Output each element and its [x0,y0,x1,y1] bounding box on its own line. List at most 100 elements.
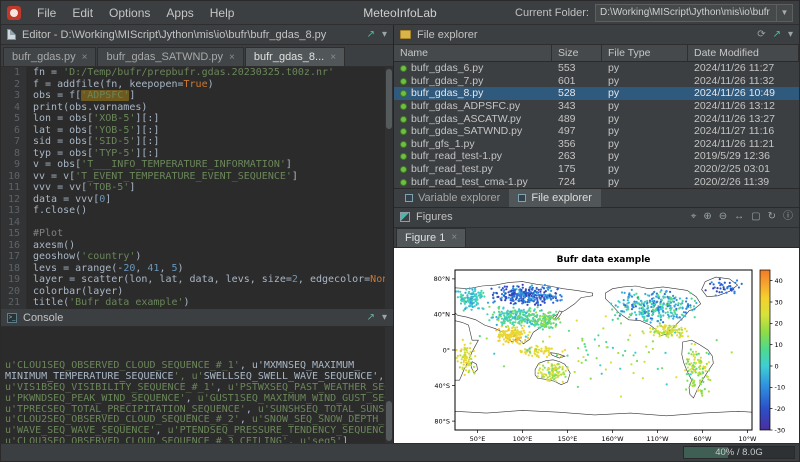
identify-icon[interactable]: ⓘ [783,212,793,222]
chevron-down-icon[interactable]: ▼ [776,5,792,21]
line-number: 7 [1,136,27,148]
editor-tab-label: bufr_gdas_8... [254,51,324,63]
column-header-file-type[interactable]: File Type [602,45,688,61]
line-number: 21 [1,297,27,309]
refresh-icon[interactable]: ⟳ [757,30,765,40]
svg-text:150°E: 150°E [558,435,578,443]
file-row[interactable]: bufr_gdas_7.py601py2024/11/26 11:32 [394,75,799,88]
memory-indicator[interactable]: 40% / 8.0G [683,446,795,459]
editor-tab[interactable]: bufr_gdas_8... × [245,47,345,66]
console-line: u'CLOU3SEQ_OBSERVED_CLOUD_SEQUENCE_#_3_C… [5,437,389,443]
select-icon[interactable]: ⌖ [691,212,697,222]
file-row[interactable]: bufr_gdas_SATWND.py497py2024/11/27 11:16 [394,125,799,138]
figures-title: Figures [416,211,453,223]
column-header-date-modified[interactable]: Date Modified [688,45,799,61]
file-row[interactable]: bufr_gdas_ASCATW.py489py2024/11/26 13:27 [394,112,799,125]
current-folder-input[interactable] [596,7,776,18]
figure-tab[interactable]: Figure 1 × [396,228,466,247]
full-extent-icon[interactable]: ▢ [751,212,760,222]
zoom-in-icon[interactable]: ⊕ [703,212,711,222]
figure-tabbar: Figure 1 × [394,228,799,248]
menu-item-edit[interactable]: Edit [64,4,101,22]
file-row[interactable]: bufr_read_test-1.py263py2019/5/29 12:36 [394,150,799,163]
current-folder-label: Current Folder: [515,7,589,19]
tab-variable-explorer[interactable]: Variable explorer [396,189,509,207]
app-logo-icon [7,6,21,20]
line-number: 3 [1,90,27,102]
python-file-icon [400,90,407,97]
column-header-size[interactable]: Size [552,45,602,61]
current-folder-box: Current Folder: ▼ [515,4,793,22]
editor-tab-label: bufr_gdas.py [12,51,76,63]
zoom-out-icon[interactable]: ⊖ [719,212,727,222]
code-line: 20colorbar(layer) [1,286,393,298]
collapse-panel-icon[interactable]: ▾ [382,313,387,323]
console-panel-header: >_ Console ↗ ▾ [1,309,393,327]
figure-canvas[interactable]: Bufr data example50°E100°E150°E160°W110°… [394,248,799,443]
console-scrollbar[interactable] [385,327,393,443]
svg-text:-30: -30 [775,426,786,434]
svg-text:40°S: 40°S [434,382,450,390]
svg-text:60°W: 60°W [694,435,713,443]
editor-tab[interactable]: bufr_gdas_SATWND.py × [97,47,243,66]
collapse-panel-icon[interactable]: ▾ [382,30,387,40]
colorbar: 403020100-10-20-30 [760,270,785,434]
line-number: 1 [1,67,27,79]
file-row[interactable]: bufr_gfs_1.py356py2024/11/26 11:21 [394,138,799,151]
python-file-icon [400,153,407,160]
close-icon[interactable]: × [451,232,457,243]
editor-tab-label: bufr_gdas_SATWND.py [106,51,223,63]
svg-text:110°W: 110°W [646,435,669,443]
editor-icon [7,29,16,40]
pan-icon[interactable]: ↔ [734,212,744,222]
rotate-icon[interactable]: ↻ [768,212,776,222]
scatter-points [455,278,743,398]
file-row[interactable]: bufr_gdas_ADPSFC.py343py2024/11/26 13:12 [394,100,799,113]
editor-tab[interactable]: bufr_gdas.py × [3,47,96,66]
svg-text:80°N: 80°N [434,275,451,283]
code-line: 7sid = obs['SID-5'][:] [1,136,393,148]
menu-item-help[interactable]: Help [202,4,243,22]
svg-text:40: 40 [775,277,783,285]
tab-file-explorer[interactable]: File explorer [509,189,601,207]
svg-text:100°E: 100°E [513,435,533,443]
file-row[interactable]: bufr_read_test_cma-1.py724py2020/2/26 11… [394,175,799,188]
meteoinfolab-window: FileEditOptionsAppsHelp MeteoInfoLab Cur… [0,0,800,462]
menu-item-options[interactable]: Options [101,4,158,22]
code-line: 14 [1,217,393,229]
menu-item-file[interactable]: File [29,4,64,22]
float-panel-icon[interactable]: ↗ [367,30,375,40]
float-panel-icon[interactable]: ↗ [773,30,781,40]
console-title: Console [23,312,63,324]
code-line: 13f.close() [1,205,393,217]
file-row[interactable]: bufr_read_test.py175py2020/2/25 03:01 [394,163,799,176]
editor-scrollbar[interactable] [385,67,393,309]
code-line: 3obs = f['ADPSFC'] [1,90,393,102]
file-table-header: NameSizeFile TypeDate Modified [394,45,799,62]
panel-icon [518,194,526,202]
close-icon[interactable]: × [229,52,235,63]
code-line: 1fn = 'D:/Temp/bufr/prepbufr.gdas.202303… [1,67,393,79]
float-panel-icon[interactable]: ↗ [367,313,375,323]
svg-text:30: 30 [775,298,783,306]
line-number: 18 [1,263,27,275]
line-number: 12 [1,194,27,206]
close-icon[interactable]: × [330,52,336,63]
file-row[interactable]: bufr_gdas_6.py553py2024/11/26 11:27 [394,62,799,75]
menu-item-apps[interactable]: Apps [158,4,201,22]
code-line: 9v = obs['T___INFO_TEMPERATURE_INFORMATI… [1,159,393,171]
line-number: 6 [1,125,27,137]
collapse-panel-icon[interactable]: ▾ [788,30,793,40]
python-file-icon [400,141,407,148]
console-output[interactable]: u'CLOU1SEQ_OBSERVED_CLOUD_SEQUENCE_#_1',… [1,327,393,443]
line-number: 14 [1,217,27,229]
close-icon[interactable]: × [82,52,88,63]
file-explorer-header: File explorer ⟳ ↗ ▾ [394,25,799,45]
editor-panel-header: Editor - D:\Working\MIScript\Jython\mis\… [1,25,393,45]
column-header-name[interactable]: Name [394,45,552,61]
svg-text:50°E: 50°E [470,435,486,443]
current-folder-combo[interactable]: ▼ [595,4,793,22]
editor-tabbar: bufr_gdas.py×bufr_gdas_SATWND.py×bufr_gd… [1,45,393,67]
code-editor[interactable]: 1fn = 'D:/Temp/bufr/prepbufr.gdas.202303… [1,67,393,309]
file-row[interactable]: bufr_gdas_8.py528py2024/11/26 10:49 [394,87,799,100]
